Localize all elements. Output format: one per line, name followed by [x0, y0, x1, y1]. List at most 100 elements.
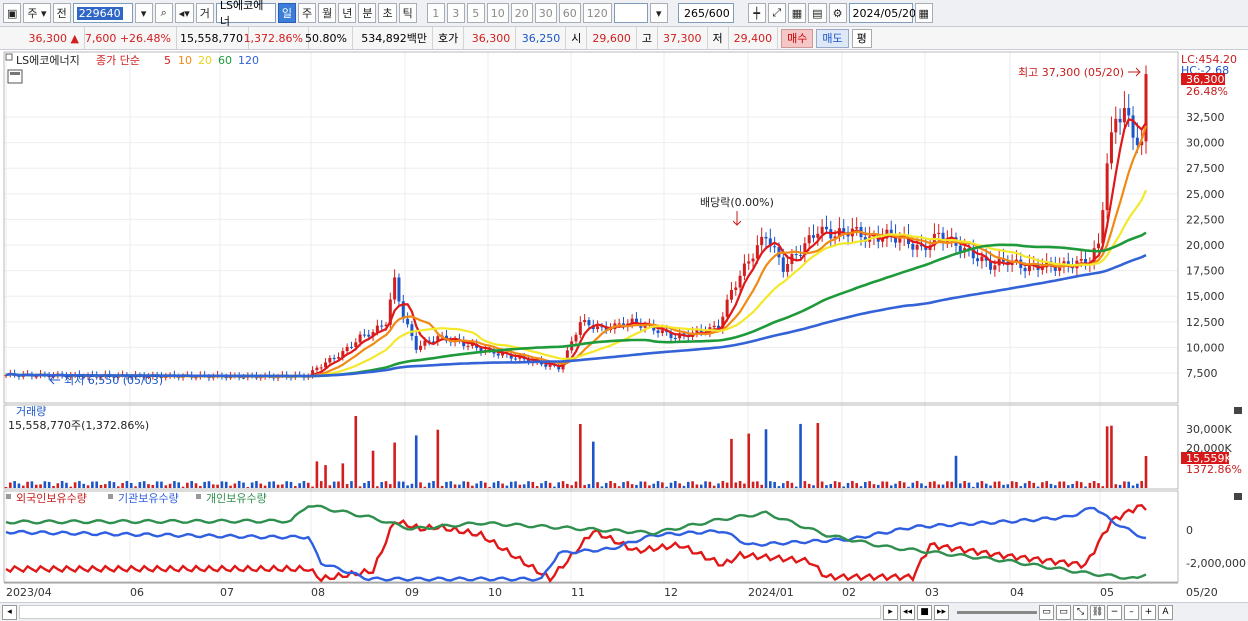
volume-pct-tag: 1372.86% [1186, 463, 1242, 476]
candle-body [414, 336, 418, 350]
volume-bar [250, 482, 254, 488]
volume-bar [794, 486, 798, 488]
candle-body [578, 322, 582, 335]
code-dropdown-icon[interactable]: ▾ [134, 3, 153, 23]
zoom-out-icon[interactable]: − [1107, 604, 1122, 620]
volume-bar [725, 482, 729, 488]
volume-close-icon[interactable] [1234, 407, 1242, 414]
font-size-icon[interactable]: A [1158, 604, 1173, 620]
chart-type-icon[interactable]: ▣ [3, 3, 22, 23]
interval-5[interactable]: 5 [466, 3, 485, 23]
volume-bar [760, 484, 763, 488]
tab-month[interactable]: 월 [318, 3, 337, 23]
eval-button[interactable]: 평 [851, 28, 872, 48]
volume-bar [406, 485, 409, 488]
interval-60[interactable]: 60 [558, 3, 581, 23]
zoom-slider[interactable] [957, 610, 1037, 614]
price-tick: 15,000 [1186, 290, 1225, 303]
interval-10[interactable]: 10 [486, 3, 509, 23]
draw-icon[interactable]: ⤡ [1073, 604, 1088, 620]
rewind-icon[interactable]: ◂◂ [900, 604, 915, 620]
window-icon[interactable]: ▭ [1039, 604, 1054, 620]
interval-dropdown-icon[interactable]: ▾ [649, 3, 668, 23]
candle-body [410, 324, 414, 337]
tab-year[interactable]: 년 [338, 3, 357, 23]
volume-bar [686, 481, 690, 488]
tab-tick[interactable]: 틱 [398, 3, 417, 23]
prev-button[interactable]: 전 [52, 3, 71, 23]
draw-tool-icon[interactable]: ⤢ [767, 3, 786, 23]
stock-code-input[interactable]: 229640 [72, 3, 133, 23]
volume-bar [635, 484, 638, 488]
volume-bar [440, 485, 444, 488]
layout-icon[interactable]: ▭ [1056, 604, 1071, 620]
volume-bar [466, 481, 470, 488]
interval-custom-input[interactable] [613, 3, 648, 23]
price-tick: 7,500 [1186, 367, 1218, 380]
volume-bar [920, 483, 923, 488]
interval-120[interactable]: 120 [582, 3, 612, 23]
holding-close-icon[interactable] [1234, 493, 1242, 500]
volume-bar [367, 481, 371, 488]
volume-bar [829, 484, 833, 488]
stock-chart[interactable]: LS에코에너지 종가 단순 5 10 20 60 120 32,50030,00… [0, 51, 1248, 604]
count-total: /600 [705, 6, 730, 20]
zoom-in-icon[interactable]: + [1141, 604, 1156, 620]
stock-name-field[interactable]: LS에코에너 [215, 0, 276, 28]
volume-bar [484, 482, 487, 488]
legend-institution: 기관보유수량 [118, 492, 179, 505]
scroll-track[interactable] [19, 605, 881, 619]
volume-bar [838, 482, 841, 488]
volume-bar [501, 483, 504, 488]
candle-body [380, 325, 384, 327]
volume-bar [574, 481, 578, 488]
volume-value: 15,558,770 [177, 27, 249, 49]
volume-bar [13, 481, 16, 488]
calculator-icon[interactable] [7, 69, 23, 84]
volume-bar [496, 481, 500, 488]
volume-bar [52, 486, 55, 488]
date-field[interactable]: 2024/05/20 [848, 3, 916, 23]
volume-bar [350, 481, 353, 488]
sound-icon[interactable]: ◂▾ [174, 3, 194, 23]
volume-bar [540, 483, 543, 488]
play-icon[interactable]: ▸ [883, 604, 898, 620]
period-select[interactable]: 주 ▾ [23, 3, 51, 23]
stop-icon[interactable]: ■ [917, 604, 932, 620]
tab-minute[interactable]: 분 [358, 3, 377, 23]
interval-20[interactable]: 20 [510, 3, 533, 23]
tab-second[interactable]: 초 [378, 3, 397, 23]
mode-button[interactable]: 거 [195, 3, 214, 23]
volume-bar [1023, 483, 1027, 488]
save-icon[interactable]: ▤ [808, 3, 827, 23]
volume-bar [1049, 483, 1053, 488]
interval-1[interactable]: 1 [426, 3, 445, 23]
interval-30[interactable]: 30 [534, 3, 557, 23]
volume-bar [30, 481, 34, 488]
legend-ma60: 60 [218, 54, 232, 67]
grid-icon[interactable]: ▦ [787, 3, 807, 23]
volume-bar [363, 482, 366, 488]
volume-bar [1075, 481, 1079, 488]
volume-bar [276, 484, 280, 488]
forward-icon[interactable]: ▸▸ [934, 604, 949, 620]
calendar-icon[interactable]: ▦ [914, 3, 933, 23]
trade-amount: 534,892백만 [353, 27, 433, 49]
volume-bar [825, 485, 828, 488]
legend-ma10: 10 [178, 54, 192, 67]
count-field[interactable]: 265/600 [677, 3, 734, 23]
settings-icon[interactable]: ⚙ [828, 3, 847, 23]
interval-3[interactable]: 3 [446, 3, 465, 23]
volume-bar [898, 481, 902, 488]
tab-week[interactable]: 주 [297, 3, 317, 23]
volume-bar [518, 484, 522, 488]
candle-icon[interactable]: ┿ [747, 3, 766, 23]
link-icon[interactable]: ⛓ [1090, 604, 1105, 620]
zoom-reset-icon[interactable]: – [1124, 604, 1139, 620]
tab-day[interactable]: 일 [277, 3, 296, 23]
scroll-left-icon[interactable]: ◂ [2, 604, 17, 620]
buy-button[interactable]: 매수 [781, 28, 814, 48]
search-icon[interactable]: ⌕ [154, 3, 173, 23]
sell-button[interactable]: 매도 [816, 28, 849, 48]
volume-bar [704, 481, 707, 488]
